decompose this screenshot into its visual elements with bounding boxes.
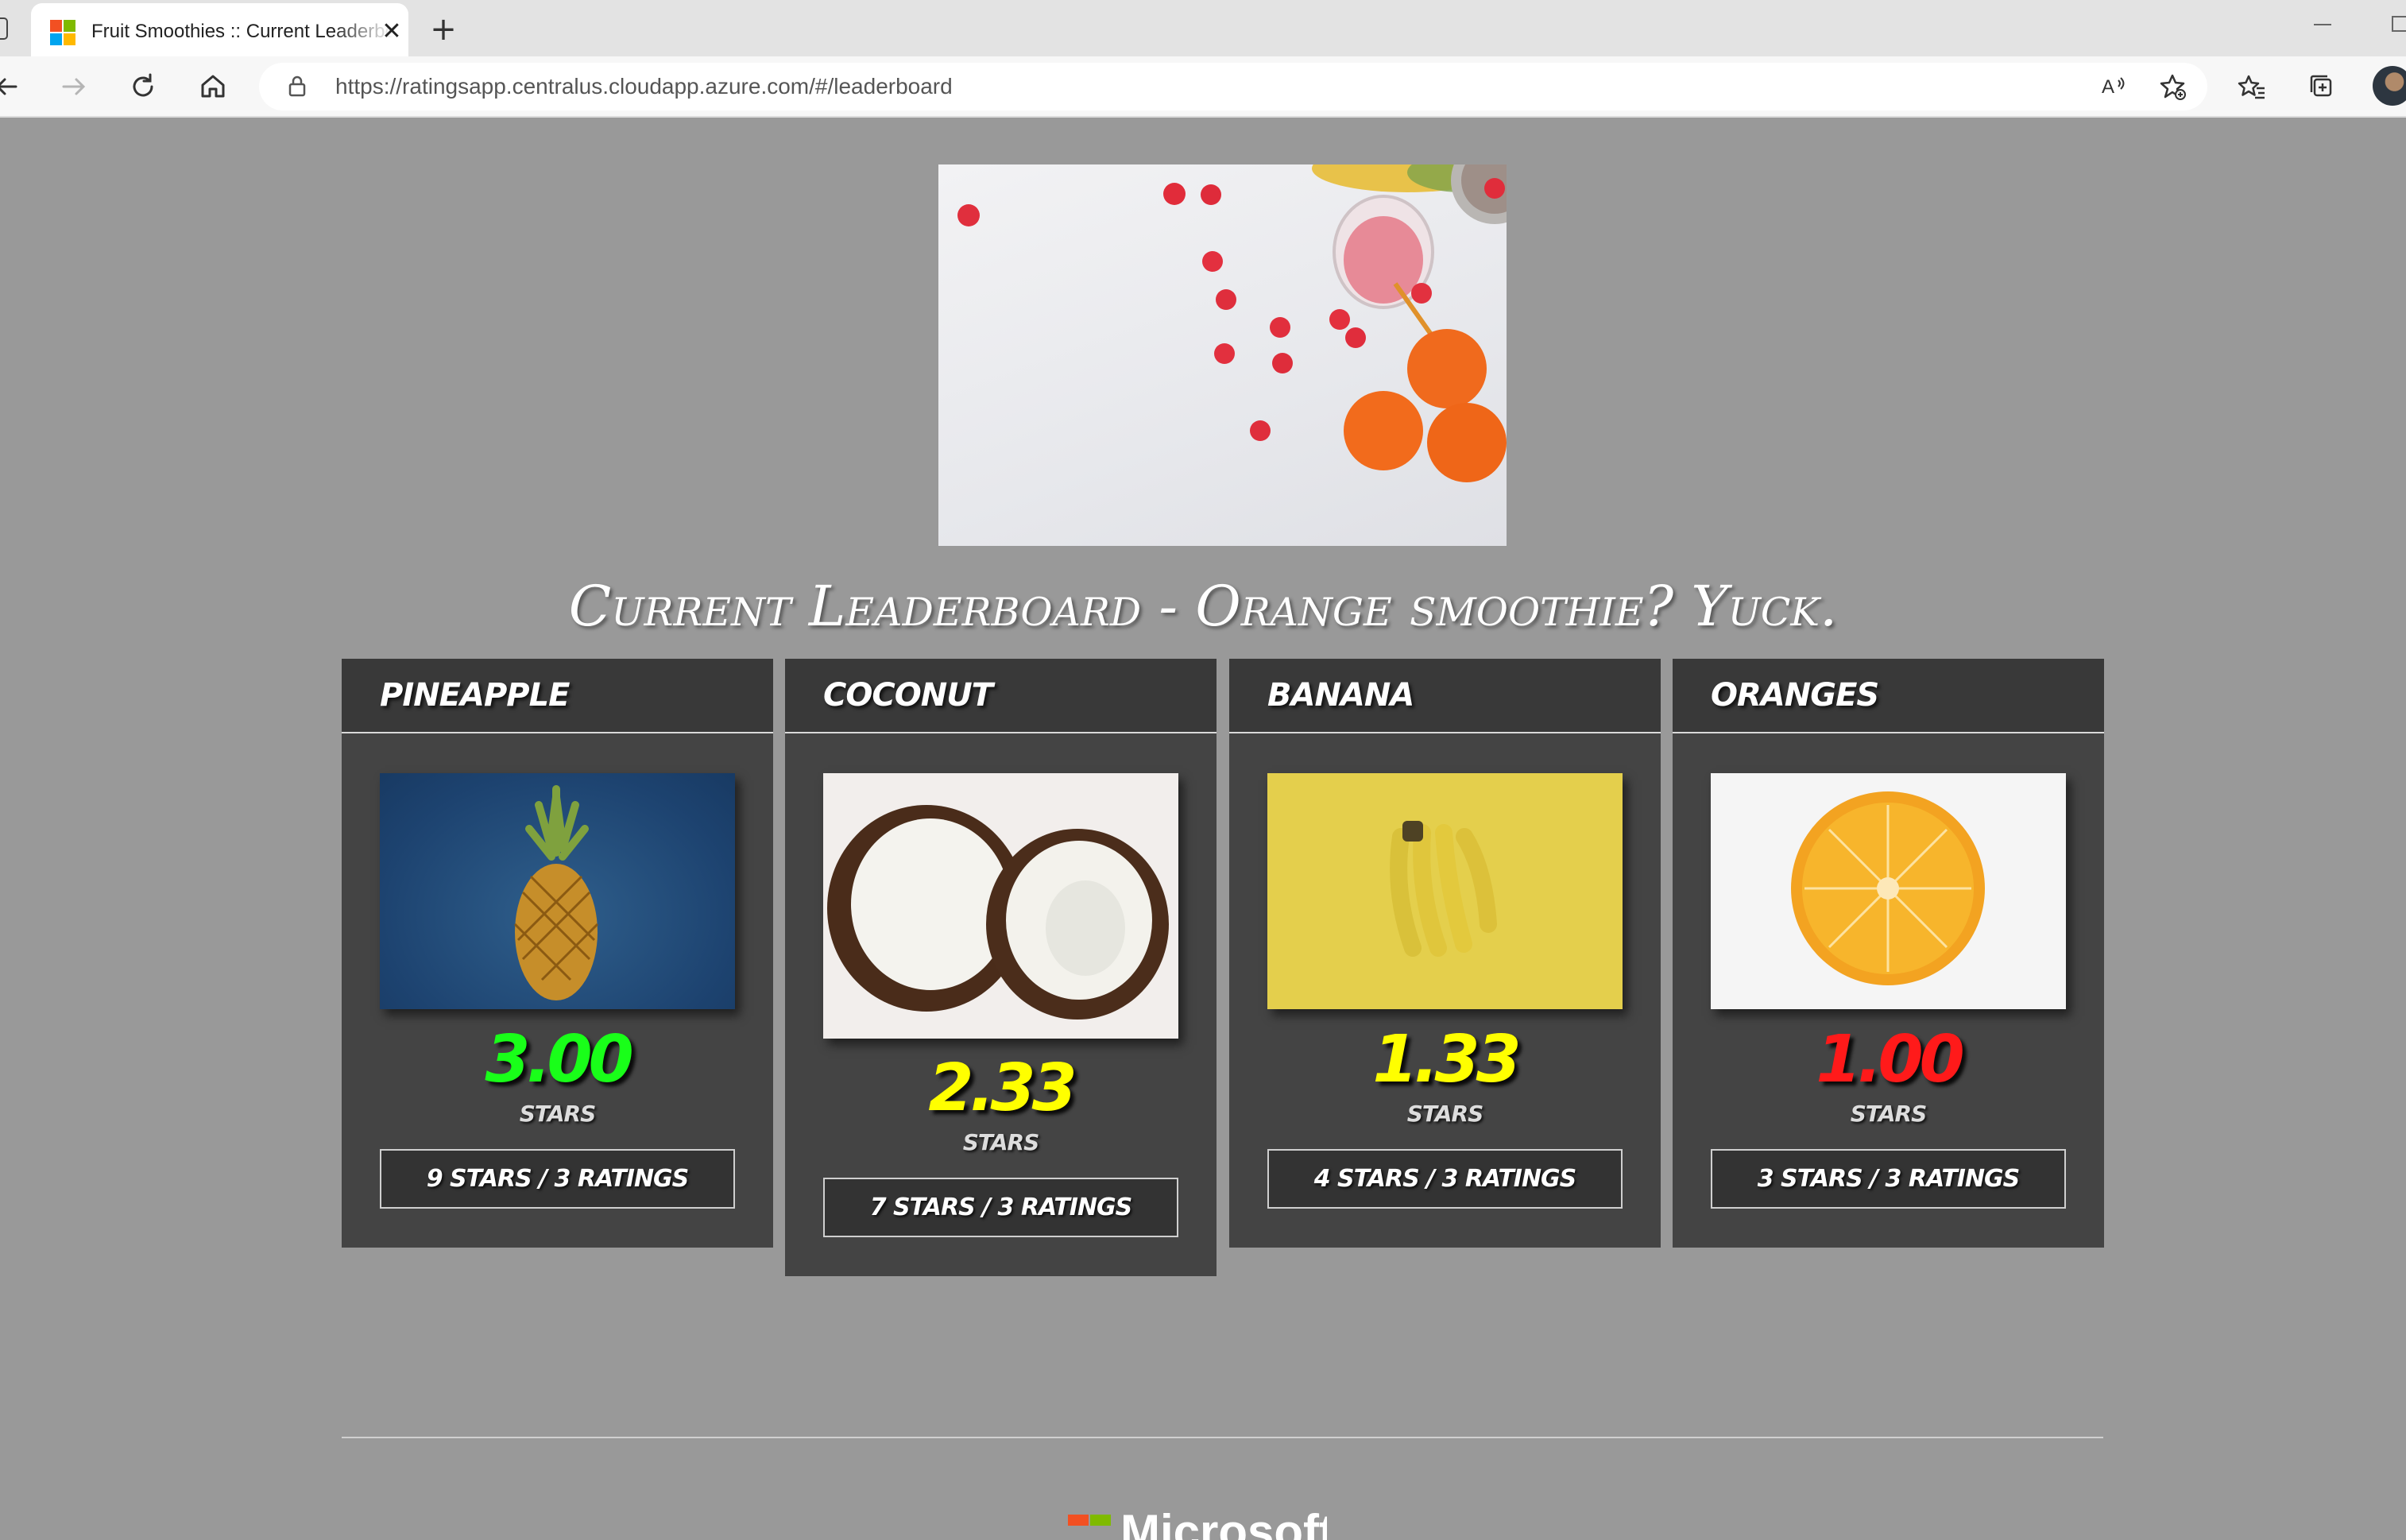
logo-square-red [1068,1515,1089,1526]
minimize-window-icon[interactable] [2314,24,2331,25]
logo-square-green [1090,1515,1111,1526]
fruit-image-coconut [823,773,1178,1039]
fruit-image-banana [1267,773,1623,1009]
footer-brand: Microsoft [1120,1508,1327,1540]
profile-avatar[interactable] [2373,66,2406,106]
stars-label: Stars [1406,1101,1484,1127]
fruit-name: Coconut [823,677,993,714]
url-text[interactable]: https://ratingsapp.centralus.cloudapp.az… [335,63,953,110]
browser-tab-strip: Fruit Smoothies :: Current Leaderboard ✕… [0,0,2406,56]
ratings-tally: 3 Stars / 3 Ratings [1711,1149,2066,1209]
microsoft-logo-icon [1068,1515,1112,1526]
ratings-tally: 9 Stars / 3 Ratings [380,1149,735,1209]
average-score: 3.00 [485,1022,633,1097]
ratings-tally: 7 Stars / 3 Ratings [823,1178,1178,1237]
close-tab-icon[interactable]: ✕ [376,16,408,48]
tab-actions-icon[interactable] [0,17,8,40]
hero-smoothie-image [938,164,1507,546]
read-aloud-icon[interactable]: A [2095,68,2133,106]
smoothie-illustration [957,164,1507,482]
leaderboard-card-oranges: Oranges 1.00 Stars 3 Stars / 3 Ratings [1673,659,2104,1248]
home-icon[interactable] [194,68,232,106]
fruit-name: Pineapple [380,677,570,714]
average-score: 1.33 [1372,1022,1521,1097]
stars-label: Stars [519,1101,597,1127]
tab-title: Fruit Smoothies :: Current Leaderboard [91,21,393,42]
leaderboard-card-banana: Banana 1.33 Stars 4 Stars / 3 Ratings [1229,659,1661,1248]
leaderboard-card-coconut: Coconut 2.33 Stars 7 Stars / 3 Ratings [785,659,1217,1276]
maximize-window-icon[interactable] [2392,16,2406,32]
collections-icon[interactable] [2303,68,2341,106]
fruit-image-orange [1711,773,2066,1009]
average-score: 2.33 [928,1051,1077,1126]
back-icon[interactable] [0,68,30,106]
lock-icon[interactable] [283,72,311,101]
browser-toolbar: https://ratingsapp.centralus.cloudapp.az… [0,56,2406,118]
average-score: 1.00 [1816,1022,1964,1097]
page-title: Current Leaderboard - Orange smoothie? Y… [568,574,1838,639]
ratings-tally: 4 Stars / 3 Ratings [1267,1149,1623,1209]
favorites-icon[interactable] [2233,68,2271,106]
forward-icon[interactable] [54,68,92,106]
stars-label: Stars [962,1129,1040,1155]
address-bar[interactable]: https://ratingsapp.centralus.cloudapp.az… [259,63,2207,110]
add-favorite-icon[interactable] [2153,68,2191,106]
new-tab-button[interactable]: + [426,12,461,47]
fruit-image-pineapple [380,773,735,1009]
refresh-icon[interactable] [124,68,162,106]
microsoft-favicon-icon [50,20,75,45]
fruit-name: Oranges [1711,677,1879,714]
fruit-name: Banana [1267,677,1414,714]
footer-divider [342,1437,2103,1438]
url-host: https://ratingsapp.centralus.cloudapp.az… [335,74,810,99]
svg-text:A: A [2102,76,2114,98]
stars-label: Stars [1850,1101,1928,1127]
url-path: /#/leaderboard [809,74,953,99]
browser-tab[interactable]: Fruit Smoothies :: Current Leaderboard ✕ [31,3,408,56]
leaderboard-card-pineapple: Pineapple 3.00 Stars 9 Stars / 3 Ratings [342,659,773,1248]
